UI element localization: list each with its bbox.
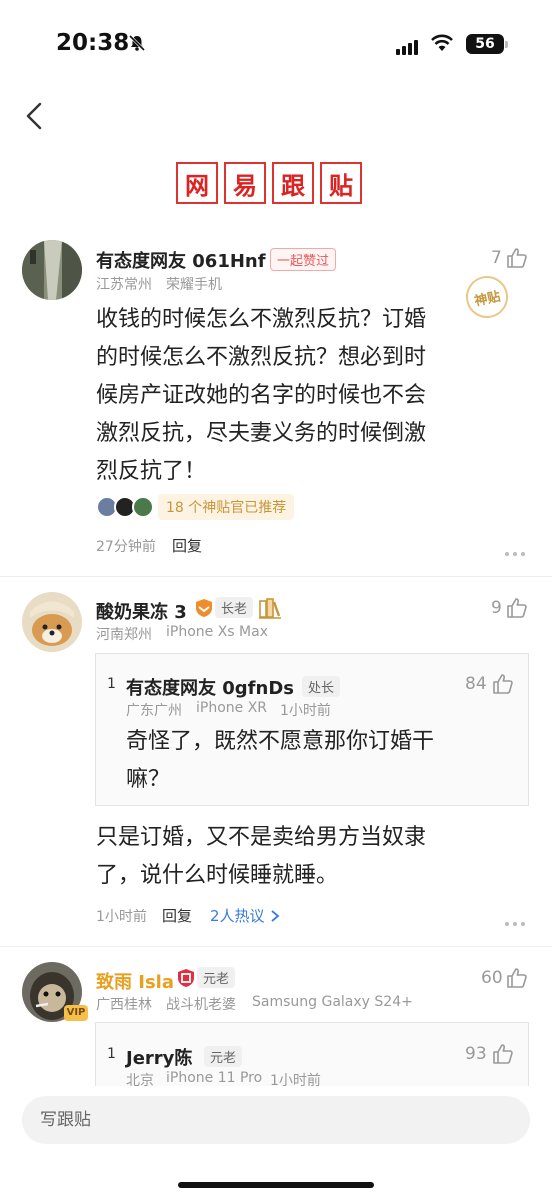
vip-badge: VIP bbox=[64, 1005, 88, 1021]
quote-floor-number: 1 bbox=[107, 676, 116, 692]
home-indicator bbox=[178, 1182, 374, 1188]
comment-device-model: Samsung Galaxy S24+ bbox=[252, 994, 413, 1010]
like-count: 7 bbox=[491, 248, 502, 268]
like-count: 60 bbox=[481, 968, 503, 988]
comment-location: 河南郑州 bbox=[96, 627, 152, 643]
quote-username[interactable]: Jerry陈 bbox=[126, 1044, 192, 1070]
quote-body: 奇怪了，既然不愿意那你订婚干 嘛？ bbox=[126, 723, 506, 799]
write-comment-input[interactable]: 写跟贴 bbox=[22, 1096, 530, 1144]
comment-body: 收钱的时候怎么不激烈反抗？订婚 的时候怎么不激烈反抗？想必到时 候房产证改她的名… bbox=[96, 301, 506, 491]
discussion-label: 2人热议 bbox=[210, 907, 265, 925]
quote-text-line: 奇怪了，既然不愿意那你订婚干 bbox=[126, 729, 435, 754]
comment-device: 战斗机老婆 bbox=[166, 997, 236, 1013]
quote-time: 1小时前 bbox=[280, 703, 331, 719]
comment-text-line: 候房产证改她的名字的时候也不会 bbox=[96, 383, 427, 408]
divider bbox=[0, 946, 552, 947]
discussion-link[interactable]: 2人热议 bbox=[210, 905, 281, 926]
more-options-icon[interactable] bbox=[505, 541, 529, 556]
quote-text-line: 嘛？ bbox=[126, 767, 171, 792]
quote-rank-badge: 处长 bbox=[302, 676, 341, 697]
divider bbox=[0, 576, 552, 577]
app-logo: 网 易 跟 贴 bbox=[176, 162, 362, 204]
logo-char: 网 bbox=[176, 162, 218, 204]
comment-location: 江苏常州 bbox=[96, 277, 152, 293]
rank-badge-icon bbox=[178, 968, 194, 987]
battery-icon: 56 bbox=[466, 34, 504, 54]
avatar[interactable] bbox=[22, 592, 82, 652]
avatar[interactable] bbox=[22, 240, 82, 300]
status-time: 20:38 bbox=[56, 30, 130, 56]
back-chevron-icon[interactable] bbox=[24, 100, 48, 132]
bell-muted-icon bbox=[128, 34, 146, 52]
quote-floor-number: 1 bbox=[107, 1046, 116, 1062]
books-icon bbox=[259, 598, 281, 619]
dog-photo-icon bbox=[22, 592, 82, 652]
chevron-right-icon bbox=[270, 909, 279, 922]
recommender-avatar bbox=[132, 496, 154, 518]
thumbs-up-icon[interactable] bbox=[491, 1042, 515, 1066]
comment-text-line: 只是订婚，又不是卖给男方当奴隶 bbox=[96, 825, 427, 850]
founder-badge: 元老 bbox=[176, 967, 236, 988]
quote-rank-badge: 元老 bbox=[204, 1046, 243, 1067]
wifi-icon bbox=[431, 34, 453, 51]
comment-location: 广西桂林 bbox=[96, 997, 152, 1013]
comment-device: iPhone Xs Max bbox=[166, 624, 268, 640]
rank-badge-icon bbox=[196, 598, 212, 617]
comment-device: 荣耀手机 bbox=[166, 277, 222, 293]
rank-badge-label: 元老 bbox=[197, 967, 236, 988]
battery-tip bbox=[505, 41, 508, 48]
comment-username[interactable]: 有态度网友 061Hnf bbox=[96, 247, 266, 273]
liked-together-badge: 一起赞过 bbox=[270, 248, 337, 271]
elder-badge: 长老 bbox=[194, 597, 254, 618]
thumbs-up-icon[interactable] bbox=[491, 672, 515, 696]
alley-photo-icon bbox=[22, 240, 82, 300]
comment-text-line: 激烈反抗，尽夫妻义务的时候倒激 bbox=[96, 421, 427, 446]
thumbs-up-icon[interactable] bbox=[505, 246, 529, 270]
logo-char: 贴 bbox=[320, 162, 362, 204]
comment-time: 1小时前 bbox=[96, 909, 147, 925]
quote-like-count: 93 bbox=[465, 1044, 487, 1064]
comment-username[interactable]: 致雨 Isla bbox=[96, 968, 174, 994]
quote-username[interactable]: 有态度网友 0gfnDs bbox=[126, 674, 294, 700]
reply-button[interactable]: 回复 bbox=[172, 535, 202, 556]
cellular-signal-icon bbox=[396, 36, 420, 55]
quote-location: 广东广州 bbox=[126, 703, 182, 719]
quote-device: iPhone 11 Pro bbox=[166, 1070, 263, 1086]
reply-button[interactable]: 回复 bbox=[162, 905, 192, 926]
comment-text-line: 了，说什么时候睡就睡。 bbox=[96, 863, 339, 888]
comment-body: 只是订婚，又不是卖给男方当奴隶 了，说什么时候睡就睡。 bbox=[96, 819, 516, 895]
thumbs-up-icon[interactable] bbox=[505, 966, 529, 990]
recommend-text: 18 个神贴官已推荐 bbox=[158, 494, 295, 520]
comment-username[interactable]: 酸奶果冻 3 bbox=[96, 598, 187, 624]
comment-time: 27分钟前 bbox=[96, 539, 156, 555]
rank-badge-label: 长老 bbox=[215, 597, 254, 618]
like-count: 9 bbox=[491, 598, 502, 618]
logo-char: 易 bbox=[224, 162, 266, 204]
comment-text-line: 的时候怎么不激烈反抗？想必到时 bbox=[96, 345, 427, 370]
logo-char: 跟 bbox=[272, 162, 314, 204]
thumbs-up-icon[interactable] bbox=[505, 596, 529, 620]
comment-text-line: 烈反抗了！ bbox=[96, 459, 207, 484]
quote-device: iPhone XR bbox=[196, 700, 268, 716]
quote-like-count: 84 bbox=[465, 674, 487, 694]
comment-text-line: 收钱的时候怎么不激烈反抗？订婚 bbox=[96, 307, 427, 332]
recommend-row[interactable]: 18 个神贴官已推荐 bbox=[96, 494, 295, 520]
more-options-icon[interactable] bbox=[505, 911, 529, 926]
